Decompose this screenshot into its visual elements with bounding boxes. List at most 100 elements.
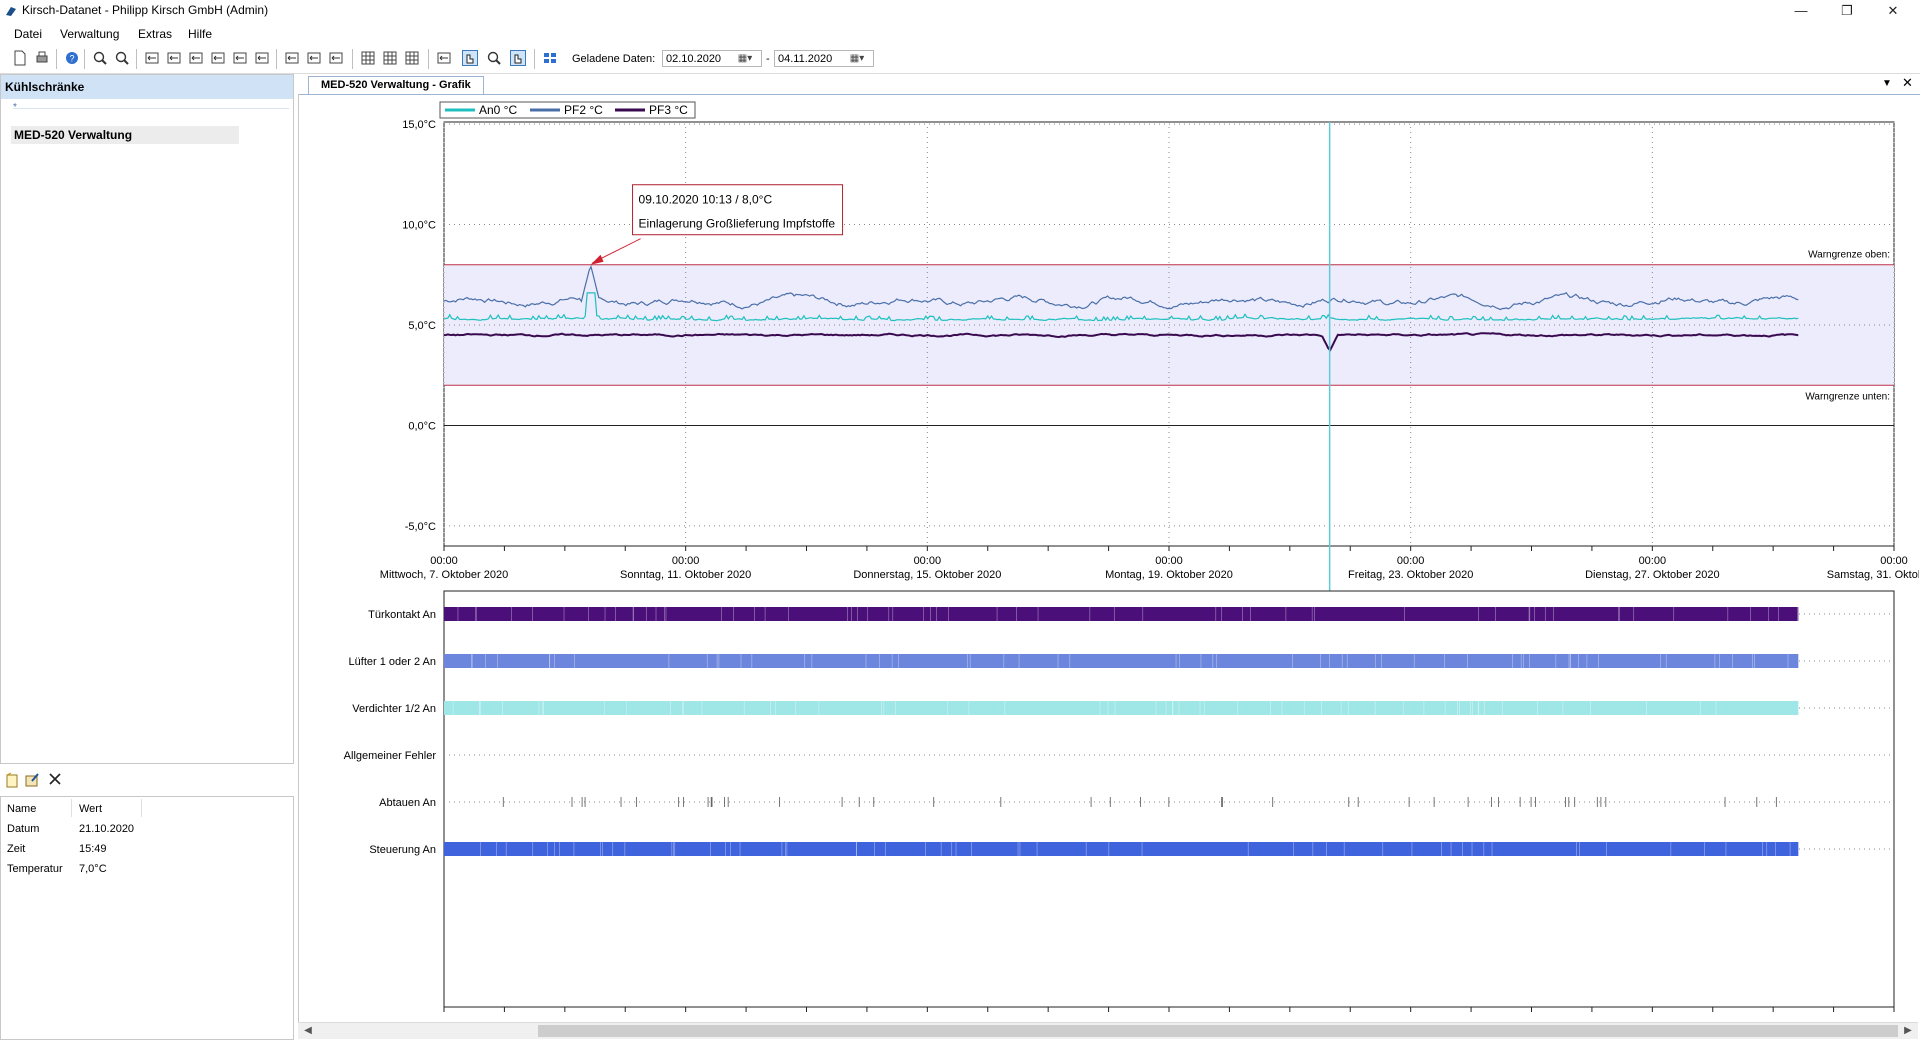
channel-bar [444,701,1799,715]
date-separator: - [766,53,770,65]
prop-row-name: Datum [7,823,40,835]
refresh-icon[interactable] [328,50,344,66]
prop-header-name: Name [7,803,37,815]
toolbar-separator [84,49,85,69]
menu-bar [0,23,1920,45]
x-tick-time: 00:00 [672,555,700,567]
prop-row-value: 7,0°C [79,863,107,875]
cursor-select-icon[interactable] [510,50,526,66]
toolbar-separator [136,49,137,69]
scroll-right-icon[interactable] [306,50,322,66]
tab-med-520-grafik[interactable]: MED-520 Verwaltung - Grafik [308,76,484,94]
table-icon[interactable] [404,50,420,66]
channel-label: Abtauen An [379,797,436,809]
channel-bar [444,654,1799,668]
title-bar: Kirsch-Datanet - Philipp Kirsch GmbH (Ad… [0,0,1920,22]
window-title: Kirsch-Datanet - Philipp Kirsch GmbH (Ad… [22,3,269,17]
x-tick-date: Donnerstag, 15. Oktober 2020 [853,569,1001,581]
prop-row-name: Zeit [7,843,26,855]
menu-hilfe[interactable]: Hilfe [188,27,212,41]
edit-entry-icon[interactable] [24,772,40,788]
channel-label: Allgemeiner Fehler [344,750,437,762]
x-tick-date: Montag, 19. Oktober 2020 [1105,569,1233,581]
warn-upper-label: Warngrenze oben: [1808,250,1890,261]
toolbar-separator [534,49,535,69]
channel-label: Verdichter 1/2 An [352,703,436,715]
zoom-select-icon[interactable] [486,50,502,66]
date-from-value: 02.10.2020 [666,53,722,65]
y-tick-label: 10,0°C [402,220,436,232]
menu-extras[interactable]: Extras [138,27,172,41]
loaded-data-label: Geladene Daten: [572,53,656,65]
fit-right-icon[interactable] [188,50,204,66]
y-tick-label: -5,0°C [405,521,436,533]
horizontal-scrollbar[interactable]: ◀ ▶ [298,1022,1918,1039]
zoom-out-icon[interactable] [114,50,130,66]
date-to-picker-button[interactable]: ▦▾ [844,50,870,67]
annotation-line2: Einlagerung Großlieferung Impfstoffe [639,217,836,231]
scroll-thumb[interactable] [538,1025,1898,1037]
prop-header-value: Wert [79,803,103,815]
chart-list-icon[interactable] [436,50,452,66]
x-tick-time: 00:00 [1397,555,1425,567]
x-tick-time: 00:00 [1155,555,1183,567]
x-tick-time: 00:00 [1880,555,1908,567]
scroll-right-arrow-icon[interactable]: ▶ [1900,1023,1916,1039]
scroll-left-arrow-icon[interactable]: ◀ [300,1023,316,1039]
legend-label: PF2 °C [564,103,603,117]
print-icon[interactable] [34,50,50,66]
x-tick-date: Dienstag, 27. Oktober 2020 [1585,569,1720,581]
pan-hand-icon[interactable] [462,50,478,66]
prop-row-name: Temperatur [7,863,63,875]
fit-bottom-icon[interactable] [210,50,226,66]
channel-bar [444,842,1799,856]
temperature-chart[interactable]: An0 °C PF2 °C PF3 °C Warngrenze oben: Warngr… [299,94,1920,1022]
delete-entry-icon[interactable] [48,772,62,786]
legend-label: PF3 °C [649,103,688,117]
prop-row-value: 21.10.2020 [79,823,135,835]
date-from-picker-button[interactable]: ▦▾ [732,50,758,67]
channel-label: Türkontakt An [368,609,436,621]
x-tick-date: Freitag, 23. Oktober 2020 [1348,569,1473,581]
tree-divider [13,108,289,109]
x-tick-time: 00:00 [1639,555,1667,567]
x-tick-time: 00:00 [430,555,458,567]
fit-down-icon[interactable] [232,50,248,66]
app-logo-icon [6,7,16,16]
tab-close-button[interactable]: ✕ [1902,75,1913,91]
help-icon[interactable]: ? [64,50,80,66]
y-tick-label: 5,0°C [408,320,436,332]
channel-bar [444,607,1799,621]
grid-alt-icon[interactable] [382,50,398,66]
tree-item-med-520[interactable]: MED-520 Verwaltung [11,126,239,144]
restore-button[interactable]: ❐ [1824,0,1870,22]
legend-label: An0 °C [479,103,517,117]
new-document-icon[interactable] [12,50,28,66]
x-tick-date: Sonntag, 11. Oktober 2020 [620,569,751,581]
close-window-button[interactable]: ✕ [1870,0,1916,22]
minimize-button[interactable]: — [1778,0,1824,22]
chart-area[interactable]: An0 °C PF2 °C PF3 °C Warngrenze oben: Warngr… [298,94,1920,1022]
fridge-tree-panel: Kühlschränke * MED-520 Verwaltung [0,74,294,764]
svg-text:?: ? [69,54,74,64]
temperature-scale-icon[interactable] [254,50,270,66]
properties-toolbar [0,766,294,794]
scroll-left-icon[interactable] [284,50,300,66]
date-to-value: 04.11.2020 [778,53,833,65]
grid-icon[interactable] [360,50,376,66]
menu-datei[interactable]: Datei [14,27,42,41]
fit-width-icon[interactable] [144,50,160,66]
menu-verwaltung[interactable]: Verwaltung [60,27,119,41]
x-tick-date: Samstag, 31. Oktober 2020 [1827,569,1919,581]
toolbar-separator [56,49,57,69]
view-tiles-icon[interactable] [542,50,558,66]
fit-left-icon[interactable] [166,50,182,66]
zoom-in-icon[interactable] [92,50,108,66]
toolbar-separator [276,49,277,69]
new-entry-icon[interactable] [4,772,20,788]
y-tick-label: 0,0°C [408,420,436,432]
channel-label: Lüfter 1 oder 2 An [349,656,436,668]
tab-menu-button[interactable]: ▼ [1882,78,1892,89]
y-tick-label: 15,0°C [402,119,436,131]
prop-row-value: 15:49 [79,843,107,855]
